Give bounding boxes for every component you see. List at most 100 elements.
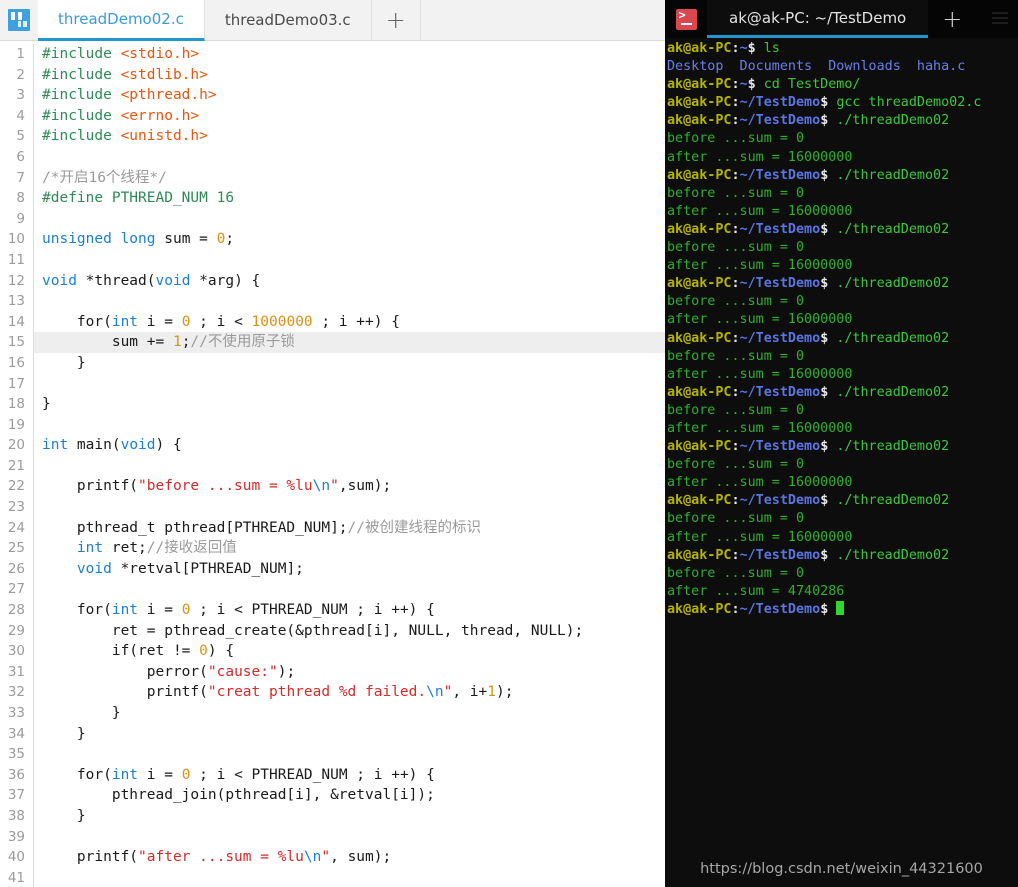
terminal-line: before ...sum = 0 [667, 565, 1018, 583]
code-line[interactable]: 19 [0, 414, 665, 436]
code-line-text[interactable]: } [33, 723, 665, 745]
code-line[interactable]: 7 /*开启16个线程*/ [0, 167, 665, 189]
code-line[interactable]: 9 [0, 208, 665, 230]
code-line-text[interactable]: void *thread(void *arg) { [33, 270, 665, 292]
code-line[interactable]: 36 for(int i = 0 ; i < PTHREAD_NUM ; i +… [0, 764, 665, 786]
code-line[interactable]: 8 #define PTHREAD_NUM 16 [0, 188, 665, 209]
code-line-text[interactable]: printf("creat pthread %d failed.\n", i+1… [33, 682, 665, 703]
editor-body[interactable]: 1 #include <stdio.h> 2 #include <stdlib.h> 3… [0, 41, 665, 887]
code-line-text[interactable] [33, 249, 665, 271]
code-line[interactable]: 4 #include <errno.h> [0, 105, 665, 127]
code-line[interactable]: 32 printf("creat pthread %d failed.\n", … [0, 682, 665, 703]
code-line[interactable]: 37 pthread_join(pthread[i], &retval[i]); [0, 785, 665, 806]
code-line-text[interactable]: } [33, 703, 665, 724]
code-line-text[interactable]: } [33, 352, 665, 374]
code-line-text[interactable]: perror("cause:"); [33, 661, 665, 683]
code-line[interactable]: 20 int main(void) { [0, 435, 665, 456]
code-line[interactable]: 24 pthread_t pthread[PTHREAD_NUM];//被创建线… [0, 517, 665, 539]
code-line-text[interactable] [33, 744, 665, 765]
terminal-prompt-separator: : [731, 95, 740, 111]
terminal-prompt-user: ak@ak-PC [667, 384, 732, 400]
code-line-text[interactable]: } [33, 805, 665, 827]
code-line-text[interactable]: sum += 1;//不使用原子锁 [33, 332, 665, 353]
terminal-prompt-user: ak@ak-PC [667, 41, 732, 56]
code-line-text[interactable]: int main(void) { [33, 435, 665, 456]
code-line-text[interactable]: printf("before ...sum = %lu\n",sum); [33, 476, 665, 498]
code-content[interactable]: 1 #include <stdio.h> 2 #include <stdlib.h> 3… [0, 41, 665, 887]
code-line[interactable]: 33 } [0, 703, 665, 724]
code-line-text[interactable]: #include <pthread.h> [33, 85, 665, 106]
code-line[interactable]: 18} [0, 394, 665, 415]
code-line-text[interactable]: ret = pthread_create(&pthread[i], NULL, … [33, 620, 665, 642]
code-line[interactable]: 2 #include <stdlib.h> [0, 64, 665, 86]
code-line[interactable]: 1 #include <stdio.h> [0, 44, 665, 65]
terminal-screen[interactable]: ak@ak-PC:~$ ls Desktop Documents Download… [665, 38, 1018, 887]
code-line[interactable]: 17 [0, 373, 665, 395]
code-line-text[interactable] [33, 455, 665, 477]
code-line-text[interactable] [33, 826, 665, 848]
code-line[interactable]: 30 if(ret != 0) { [0, 641, 665, 662]
code-line-text[interactable]: #define PTHREAD_NUM 16 [33, 188, 665, 209]
code-line-text[interactable] [33, 497, 665, 518]
terminal-new-tab-button[interactable]: + [928, 0, 977, 38]
code-line-text[interactable] [33, 414, 665, 436]
code-line-text[interactable]: if(ret != 0) { [33, 641, 665, 662]
code-line[interactable]: 41 [0, 867, 665, 887]
code-line-text[interactable] [33, 208, 665, 230]
code-line-text[interactable]: for(int i = 0 ; i < PTHREAD_NUM ; i ++) … [33, 764, 665, 786]
code-line-text[interactable] [33, 579, 665, 601]
code-line-text[interactable]: #include <errno.h> [33, 105, 665, 127]
code-line[interactable]: 29 ret = pthread_create(&pthread[i], NUL… [0, 620, 665, 642]
editor-new-tab-button[interactable]: + [371, 0, 421, 40]
code-line-text[interactable] [33, 291, 665, 312]
terminal-tab-testdemo[interactable]: ak@ak-PC: ~/TestDemo [707, 0, 929, 38]
editor-tab-threaddemo02[interactable]: threadDemo02.c [38, 0, 205, 41]
code-line[interactable]: 6 [0, 146, 665, 168]
code-line-text[interactable]: for(int i = 0 ; i < PTHREAD_NUM ; i ++) … [33, 600, 665, 621]
terminal-output: after ...sum = 16000000 [667, 149, 853, 165]
code-line[interactable]: 14 for(int i = 0 ; i < 1000000 ; i ++) { [0, 311, 665, 333]
line-number: 39 [7, 828, 25, 845]
code-line[interactable]: 31 perror("cause:"); [0, 661, 665, 683]
code-line[interactable]: 12 void *thread(void *arg) { [0, 270, 665, 292]
code-line-text[interactable] [33, 867, 665, 887]
code-line-text[interactable]: #include <stdio.h> [33, 44, 665, 65]
code-line-text[interactable]: void *retval[PTHREAD_NUM]; [33, 558, 665, 580]
code-token-pln: } [42, 725, 86, 742]
code-line[interactable]: 25 int ret;//接收返回值 [0, 538, 665, 559]
code-line[interactable]: 23 [0, 497, 665, 518]
code-line[interactable]: 13 [0, 291, 665, 312]
code-line[interactable]: 22 printf("before ...sum = %lu\n",sum); [0, 476, 665, 498]
code-line-text[interactable]: } [33, 394, 665, 415]
code-line[interactable]: 5 #include <unistd.h> [0, 126, 665, 147]
code-line[interactable]: 16 } [0, 352, 665, 374]
code-line[interactable]: 10 unsigned long sum = 0; [0, 229, 665, 250]
code-line-text[interactable]: #include <stdlib.h> [33, 64, 665, 86]
code-line[interactable]: 26 void *retval[PTHREAD_NUM]; [0, 558, 665, 580]
code-line[interactable]: 38 } [0, 805, 665, 827]
code-line-text[interactable]: unsigned long sum = 0; [33, 229, 665, 250]
code-line-text[interactable]: pthread_join(pthread[i], &retval[i]); [33, 785, 665, 806]
code-token-pre: #include [42, 46, 121, 62]
code-line-text[interactable]: /*开启16个线程*/ [33, 167, 665, 189]
code-line-text[interactable]: #include <unistd.h> [33, 126, 665, 147]
code-line[interactable]: 28 for(int i = 0 ; i < PTHREAD_NUM ; i +… [0, 600, 665, 621]
code-line-text[interactable] [33, 373, 665, 395]
code-line-text[interactable]: printf("after ...sum = %lu\n", sum); [33, 847, 665, 868]
code-line[interactable]: 40 printf("after ...sum = %lu\n", sum); [0, 847, 665, 868]
code-line[interactable]: 35 [0, 744, 665, 765]
terminal-line: before ...sum = 0 [667, 130, 1018, 148]
code-line[interactable]: 27 [0, 579, 665, 601]
code-line-text[interactable] [33, 146, 665, 168]
hamburger-menu-icon[interactable] [992, 12, 1008, 24]
code-line[interactable]: 39 [0, 826, 665, 848]
code-line-text[interactable]: int ret;//接收返回值 [33, 538, 665, 559]
code-line[interactable]: 34 } [0, 723, 665, 745]
editor-tab-threaddemo03[interactable]: threadDemo03.c [204, 0, 372, 40]
code-line[interactable]: 11 [0, 249, 665, 271]
code-line-text[interactable]: pthread_t pthread[PTHREAD_NUM];//被创建线程的标… [33, 517, 665, 539]
code-line[interactable]: 3 #include <pthread.h> [0, 85, 665, 106]
code-line-text[interactable]: for(int i = 0 ; i < 1000000 ; i ++) { [33, 311, 665, 333]
code-line[interactable]: 15 sum += 1;//不使用原子锁 [0, 332, 665, 353]
code-line[interactable]: 21 [0, 455, 665, 477]
